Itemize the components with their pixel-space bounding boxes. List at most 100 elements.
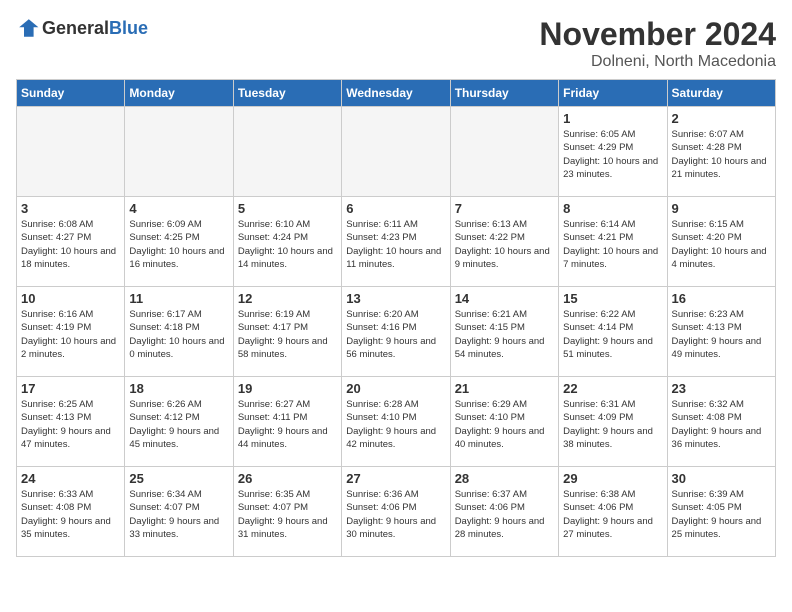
calendar-cell: 16 Sunrise: 6:23 AM Sunset: 4:13 PM Dayli… <box>667 287 775 377</box>
calendar-cell: 22 Sunrise: 6:31 AM Sunset: 4:09 PM Dayli… <box>559 377 667 467</box>
day-info: Sunrise: 6:08 AM Sunset: 4:27 PM Dayligh… <box>21 218 120 271</box>
week-row-1: 1Sunrise: 6:05 AM Sunset: 4:29 PM Daylig… <box>17 107 776 197</box>
calendar-cell: 21Sunrise: 6:29 AM Sunset: 4:10 PM Dayli… <box>450 377 558 467</box>
calendar-cell: 24 Sunrise: 6:33 AM Sunset: 4:08 PM Dayli… <box>17 467 125 557</box>
day-number: 14 <box>455 291 554 306</box>
day-number: 19 <box>238 381 337 396</box>
month-title: November 2024 <box>539 16 776 53</box>
calendar-cell <box>125 107 233 197</box>
day-number: 28 <box>455 471 554 486</box>
day-number: 22 <box>563 381 662 396</box>
day-number: 12 <box>238 291 337 306</box>
calendar-cell: 12 Sunrise: 6:19 AM Sunset: 4:17 PM Dayli… <box>233 287 341 377</box>
calendar-cell: 7 Sunrise: 6:13 AM Sunset: 4:22 PM Daylig… <box>450 197 558 287</box>
day-info: Sunrise: 6:19 AM Sunset: 4:17 PM Dayligh… <box>238 308 337 361</box>
calendar-cell: 5 Sunrise: 6:10 AM Sunset: 4:24 PM Daylig… <box>233 197 341 287</box>
header-sunday: Sunday <box>17 80 125 107</box>
header-row: SundayMondayTuesdayWednesdayThursdayFrid… <box>17 80 776 107</box>
day-info: Sunrise: 6:27 AM Sunset: 4:11 PM Dayligh… <box>238 398 337 451</box>
logo-text-blue: Blue <box>109 18 148 38</box>
day-info: Sunrise: 6:20 AM Sunset: 4:16 PM Dayligh… <box>346 308 445 361</box>
day-info: Sunrise: 6:21 AM Sunset: 4:15 PM Dayligh… <box>455 308 554 361</box>
logo-text-general: General <box>42 18 109 38</box>
day-number: 18 <box>129 381 228 396</box>
day-info: Sunrise: 6:09 AM Sunset: 4:25 PM Dayligh… <box>129 218 228 271</box>
day-number: 26 <box>238 471 337 486</box>
calendar-cell <box>17 107 125 197</box>
day-info: Sunrise: 6:33 AM Sunset: 4:08 PM Dayligh… <box>21 488 120 541</box>
calendar-cell: 30 Sunrise: 6:39 AM Sunset: 4:05 PM Dayli… <box>667 467 775 557</box>
day-info: Sunrise: 6:10 AM Sunset: 4:24 PM Dayligh… <box>238 218 337 271</box>
day-info: Sunrise: 6:31 AM Sunset: 4:09 PM Dayligh… <box>563 398 662 451</box>
day-info: Sunrise: 6:29 AM Sunset: 4:10 PM Dayligh… <box>455 398 554 451</box>
logo-icon <box>16 16 40 40</box>
day-info: Sunrise: 6:28 AM Sunset: 4:10 PM Dayligh… <box>346 398 445 451</box>
day-number: 15 <box>563 291 662 306</box>
week-row-5: 24 Sunrise: 6:33 AM Sunset: 4:08 PM Dayli… <box>17 467 776 557</box>
day-number: 7 <box>455 201 554 216</box>
calendar-cell: 29 Sunrise: 6:38 AM Sunset: 4:06 PM Dayli… <box>559 467 667 557</box>
calendar-cell: 3Sunrise: 6:08 AM Sunset: 4:27 PM Daylig… <box>17 197 125 287</box>
logo: GeneralBlue <box>16 16 148 40</box>
calendar-cell: 15 Sunrise: 6:22 AM Sunset: 4:14 PM Dayli… <box>559 287 667 377</box>
day-number: 23 <box>672 381 771 396</box>
day-info: Sunrise: 6:34 AM Sunset: 4:07 PM Dayligh… <box>129 488 228 541</box>
calendar-cell: 14 Sunrise: 6:21 AM Sunset: 4:15 PM Dayli… <box>450 287 558 377</box>
calendar-cell: 4 Sunrise: 6:09 AM Sunset: 4:25 PM Daylig… <box>125 197 233 287</box>
day-info: Sunrise: 6:16 AM Sunset: 4:19 PM Dayligh… <box>21 308 120 361</box>
calendar-cell: 25 Sunrise: 6:34 AM Sunset: 4:07 PM Dayli… <box>125 467 233 557</box>
day-number: 9 <box>672 201 771 216</box>
day-info: Sunrise: 6:38 AM Sunset: 4:06 PM Dayligh… <box>563 488 662 541</box>
day-info: Sunrise: 6:37 AM Sunset: 4:06 PM Dayligh… <box>455 488 554 541</box>
day-info: Sunrise: 6:14 AM Sunset: 4:21 PM Dayligh… <box>563 218 662 271</box>
day-info: Sunrise: 6:35 AM Sunset: 4:07 PM Dayligh… <box>238 488 337 541</box>
day-number: 1 <box>563 111 662 126</box>
day-number: 16 <box>672 291 771 306</box>
day-number: 30 <box>672 471 771 486</box>
calendar-cell: 9Sunrise: 6:15 AM Sunset: 4:20 PM Daylig… <box>667 197 775 287</box>
day-info: Sunrise: 6:13 AM Sunset: 4:22 PM Dayligh… <box>455 218 554 271</box>
day-number: 25 <box>129 471 228 486</box>
header-friday: Friday <box>559 80 667 107</box>
day-info: Sunrise: 6:22 AM Sunset: 4:14 PM Dayligh… <box>563 308 662 361</box>
calendar-cell: 20Sunrise: 6:28 AM Sunset: 4:10 PM Dayli… <box>342 377 450 467</box>
week-row-4: 17 Sunrise: 6:25 AM Sunset: 4:13 PM Dayli… <box>17 377 776 467</box>
location-title: Dolneni, North Macedonia <box>539 53 776 71</box>
day-info: Sunrise: 6:32 AM Sunset: 4:08 PM Dayligh… <box>672 398 771 451</box>
calendar-cell: 11Sunrise: 6:17 AM Sunset: 4:18 PM Dayli… <box>125 287 233 377</box>
day-number: 24 <box>21 471 120 486</box>
day-info: Sunrise: 6:26 AM Sunset: 4:12 PM Dayligh… <box>129 398 228 451</box>
day-number: 5 <box>238 201 337 216</box>
calendar-cell: 6Sunrise: 6:11 AM Sunset: 4:23 PM Daylig… <box>342 197 450 287</box>
day-number: 27 <box>346 471 445 486</box>
day-number: 2 <box>672 111 771 126</box>
day-number: 29 <box>563 471 662 486</box>
calendar-cell: 19 Sunrise: 6:27 AM Sunset: 4:11 PM Dayli… <box>233 377 341 467</box>
day-number: 4 <box>129 201 228 216</box>
header-monday: Monday <box>125 80 233 107</box>
day-info: Sunrise: 6:39 AM Sunset: 4:05 PM Dayligh… <box>672 488 771 541</box>
header-thursday: Thursday <box>450 80 558 107</box>
calendar-cell: 8 Sunrise: 6:14 AM Sunset: 4:21 PM Daylig… <box>559 197 667 287</box>
day-info: Sunrise: 6:23 AM Sunset: 4:13 PM Dayligh… <box>672 308 771 361</box>
day-number: 17 <box>21 381 120 396</box>
calendar-cell: 1Sunrise: 6:05 AM Sunset: 4:29 PM Daylig… <box>559 107 667 197</box>
day-info: Sunrise: 6:17 AM Sunset: 4:18 PM Dayligh… <box>129 308 228 361</box>
header-wednesday: Wednesday <box>342 80 450 107</box>
week-row-2: 3Sunrise: 6:08 AM Sunset: 4:27 PM Daylig… <box>17 197 776 287</box>
calendar-cell: 23 Sunrise: 6:32 AM Sunset: 4:08 PM Dayli… <box>667 377 775 467</box>
header-tuesday: Tuesday <box>233 80 341 107</box>
calendar-cell: 13Sunrise: 6:20 AM Sunset: 4:16 PM Dayli… <box>342 287 450 377</box>
calendar-table: SundayMondayTuesdayWednesdayThursdayFrid… <box>16 79 776 557</box>
calendar-cell: 17 Sunrise: 6:25 AM Sunset: 4:13 PM Dayli… <box>17 377 125 467</box>
calendar-cell: 2 Sunrise: 6:07 AM Sunset: 4:28 PM Daylig… <box>667 107 775 197</box>
header: GeneralBlue November 2024 Dolneni, North… <box>16 16 776 71</box>
header-saturday: Saturday <box>667 80 775 107</box>
day-info: Sunrise: 6:07 AM Sunset: 4:28 PM Dayligh… <box>672 128 771 181</box>
calendar-cell: 26 Sunrise: 6:35 AM Sunset: 4:07 PM Dayli… <box>233 467 341 557</box>
day-number: 8 <box>563 201 662 216</box>
day-info: Sunrise: 6:25 AM Sunset: 4:13 PM Dayligh… <box>21 398 120 451</box>
day-info: Sunrise: 6:36 AM Sunset: 4:06 PM Dayligh… <box>346 488 445 541</box>
calendar-cell: 10Sunrise: 6:16 AM Sunset: 4:19 PM Dayli… <box>17 287 125 377</box>
calendar-cell: 18 Sunrise: 6:26 AM Sunset: 4:12 PM Dayli… <box>125 377 233 467</box>
